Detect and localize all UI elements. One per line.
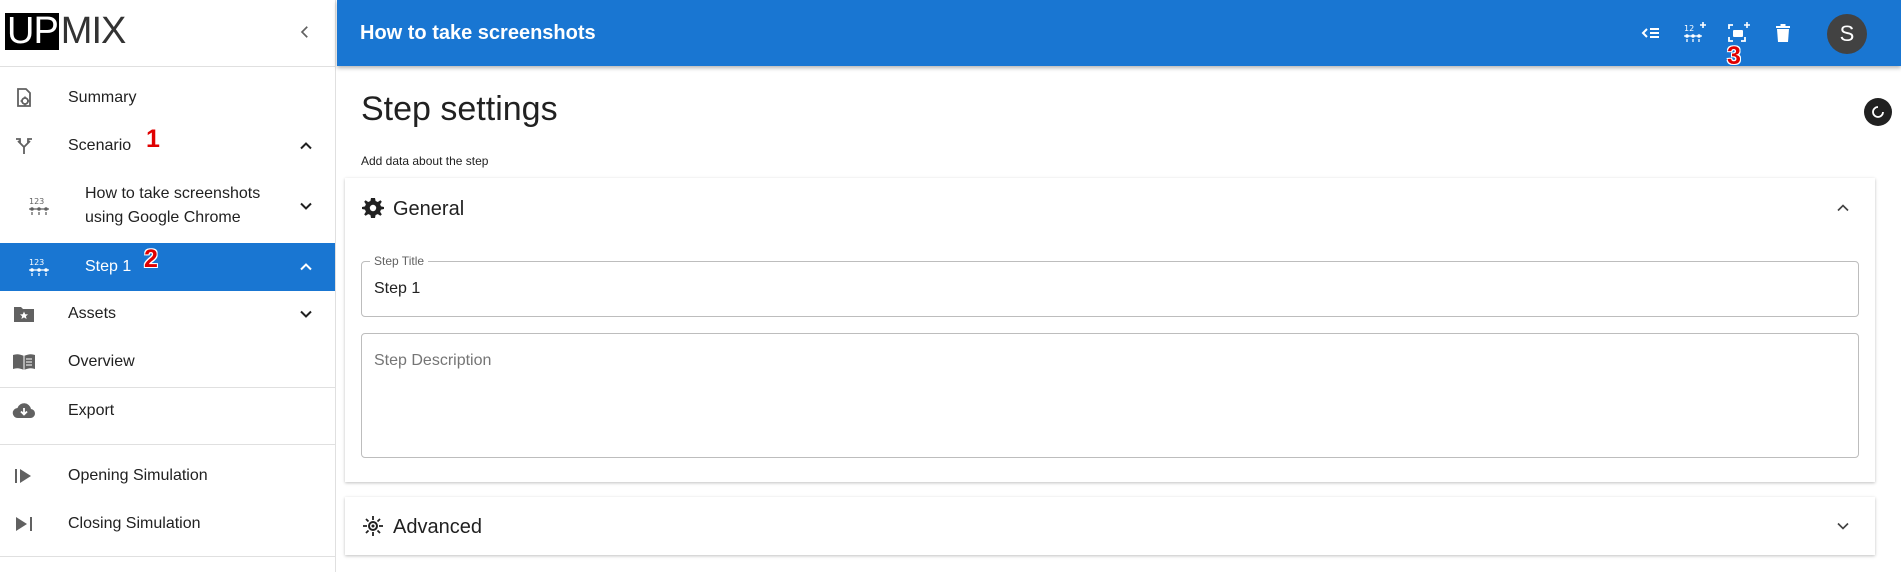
summary-settings-icon [12, 86, 36, 110]
sidebar-divider [0, 444, 335, 445]
numbered-steps-icon: 123 [27, 194, 51, 218]
step-title-value: Step 1 [374, 280, 421, 297]
sidebar-item-label: Overview [68, 353, 135, 370]
cloud-download-icon [12, 399, 36, 423]
chevron-up-icon[interactable] [296, 136, 316, 156]
annotation-marker-1: 1 [146, 125, 160, 153]
sidebar-item-label: Export [68, 402, 115, 419]
refresh-spinner-icon [1872, 106, 1884, 118]
chevron-up-icon[interactable] [296, 257, 316, 277]
user-avatar[interactable]: S [1827, 14, 1867, 54]
delete-trash-icon[interactable] [1771, 21, 1795, 45]
advanced-panel-header[interactable]: Advanced [345, 497, 1875, 555]
logo-mix: MIX [60, 10, 127, 52]
chevron-up-icon[interactable] [1833, 198, 1853, 218]
sidebar-item-label: How to take screenshots using Google Chr… [85, 185, 261, 226]
sidebar-item-closing-simulation[interactable]: Closing Simulation [0, 504, 335, 544]
advanced-settings-icon [361, 514, 385, 538]
loading-spinner-button[interactable] [1864, 98, 1892, 126]
step-title-label: Step Title [370, 254, 429, 268]
open-book-icon [12, 350, 36, 374]
step-description-placeholder: Step Description [374, 352, 492, 369]
sidebar-item-assets[interactable]: Assets [0, 294, 335, 334]
sidebar-item-export[interactable]: Export [0, 391, 335, 431]
sidebar-item-overview[interactable]: Overview [0, 342, 335, 382]
gear-icon [361, 196, 385, 220]
step-list-icon[interactable] [1639, 21, 1663, 45]
folder-star-icon [12, 302, 36, 326]
sidebar-item-summary[interactable]: Summary [0, 78, 335, 118]
sidebar-item-label: Scenario [68, 137, 132, 154]
sidebar-divider [0, 556, 335, 557]
logo-up: UP [5, 10, 59, 52]
play-start-icon [12, 464, 36, 488]
general-panel: General Step Title Step 1 Step Descripti… [345, 178, 1875, 482]
sidebar: UP MIX Summary Scenario 1 123 How to tak… [0, 0, 336, 572]
chevron-down-icon[interactable] [296, 304, 316, 324]
page-subtitle: Add data about the step [361, 154, 489, 168]
annotation-marker-3: 3 [1727, 42, 1741, 70]
fork-arrows-icon [12, 134, 36, 158]
annotation-marker-2: 2 [144, 245, 158, 273]
sidebar-item-opening-simulation[interactable]: Opening Simulation [0, 456, 335, 496]
sidebar-item-label: Opening Simulation [68, 467, 208, 484]
sidebar-item-label: Assets [68, 305, 117, 322]
numbered-steps-icon: 123 [27, 255, 51, 279]
sidebar-item-label: Closing Simulation [68, 515, 201, 532]
svg-text:12: 12 [1684, 24, 1694, 33]
sidebar-item-scenario-how-to-take-screenshots[interactable]: 123 How to take screenshots using Google… [0, 177, 335, 235]
sidebar-item-step-1[interactable]: 123 Step 1 [0, 243, 335, 291]
general-panel-header[interactable]: General [345, 178, 1875, 238]
page-title: Step settings [361, 90, 558, 128]
sidebar-divider [0, 387, 335, 388]
advanced-panel: Advanced [345, 497, 1875, 555]
upmix-logo[interactable]: UP MIX [5, 10, 127, 52]
chevron-down-icon[interactable] [296, 196, 316, 216]
chevron-down-icon[interactable] [1833, 516, 1853, 536]
sidebar-item-scenario[interactable]: Scenario [0, 126, 335, 166]
svg-text:123: 123 [29, 197, 44, 206]
svg-text:123: 123 [29, 258, 44, 267]
collapse-sidebar-chevron-left-icon[interactable] [296, 23, 314, 41]
step-description-field[interactable]: Step Description [361, 333, 1859, 458]
skip-end-icon [12, 512, 36, 536]
advanced-panel-title: Advanced [393, 516, 482, 538]
sidebar-item-label: Step 1 [85, 258, 132, 275]
logo-row: UP MIX [0, 0, 335, 67]
sidebar-item-label: Summary [68, 89, 137, 106]
page-header-title: How to take screenshots [360, 22, 596, 44]
general-panel-title: General [393, 198, 465, 220]
top-app-bar: How to take screenshots 12 S [337, 0, 1901, 66]
step-title-field[interactable]: Step Title Step 1 [361, 254, 1859, 317]
add-step-icon[interactable]: 12 [1683, 21, 1707, 45]
